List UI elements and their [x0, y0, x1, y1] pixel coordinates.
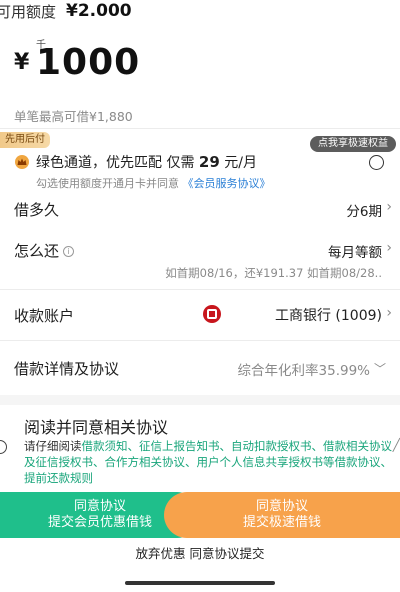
crown-icon [15, 155, 29, 169]
term-value[interactable]: 分6期 [346, 200, 382, 220]
membership-offer[interactable]: 绿色通道，优先匹配 仅需 29 元/月 [36, 152, 257, 172]
credit-row: 可用额度 ¥2.000 [0, 0, 132, 22]
membership-agree-prefix: 勾选使用额度开通月卡并同意 [36, 177, 179, 190]
icbc-logo-icon [203, 305, 221, 323]
agreement-text[interactable]: 请仔细阅读借款须知、征信上报告知书、自动扣款授权书、借款相关协议及征信授权书、合… [24, 438, 400, 486]
home-indicator[interactable] [125, 581, 275, 585]
credit-label: 可用额度 [0, 2, 57, 21]
details-label: 借款详情及协议 [14, 360, 120, 378]
currency-symbol: ¥ [14, 50, 30, 75]
agreement-lead: 请仔细阅读 [24, 439, 82, 453]
repay-schedule-note: 如首期08/16，还¥191.37 如首期08/28.. [165, 266, 382, 280]
account-value[interactable]: 工商银行 (1009) [275, 305, 382, 325]
divider [0, 128, 400, 129]
speed-benefit-badge[interactable]: 点我享极速权益 [310, 136, 396, 152]
chevron-right-icon[interactable]: › [386, 199, 392, 215]
repay-value[interactable]: 每月等额 [328, 241, 382, 261]
membership-agree-note: 勾选使用额度开通月卡并同意 《会员服务协议》 [36, 175, 271, 191]
agreement-radio[interactable] [0, 440, 7, 454]
chevron-right-icon[interactable]: › [386, 305, 392, 321]
section-separator [0, 395, 400, 405]
chevron-down-icon[interactable]: ﹀ [374, 360, 386, 377]
give-up-offer-link[interactable]: 放弃优惠 同意协议提交 [0, 543, 400, 562]
apr-value[interactable]: 综合年化利率35.99% [238, 359, 370, 379]
credit-value: ¥2.000 [66, 1, 132, 21]
speed-button-line1: 同意协议 [255, 499, 308, 514]
loan-amount-input[interactable]: 1000 [36, 42, 140, 83]
speed-button-line2: 提交极速借钱 [242, 515, 321, 530]
max-amount-note: 单笔最高可借¥1,880 [14, 109, 133, 124]
info-icon[interactable]: i [63, 246, 75, 257]
divider [0, 340, 400, 341]
repay-label: 怎么还 [14, 242, 60, 260]
repay-label-row: 怎么还 i [14, 240, 75, 261]
term-label: 借多久 [14, 201, 60, 219]
membership-price: 29 [198, 153, 220, 171]
pay-later-tag: 先用后付 [0, 132, 50, 148]
speed-loan-button[interactable]: 同意协议 提交极速借钱 [164, 492, 400, 538]
membership-radio[interactable] [369, 155, 384, 170]
agreement-title: 阅读并同意相关协议 [24, 418, 169, 437]
account-label: 收款账户 [14, 307, 75, 325]
membership-title: 绿色通道，优先匹配 仅需 [36, 155, 195, 171]
member-service-agreement-link[interactable]: 《会员服务协议》 [183, 177, 271, 190]
membership-unit: 元/月 [224, 155, 257, 171]
divider [0, 289, 400, 290]
chevron-right-icon[interactable]: › [386, 240, 392, 256]
chevron-up-icon[interactable]: ╱ [393, 438, 400, 452]
